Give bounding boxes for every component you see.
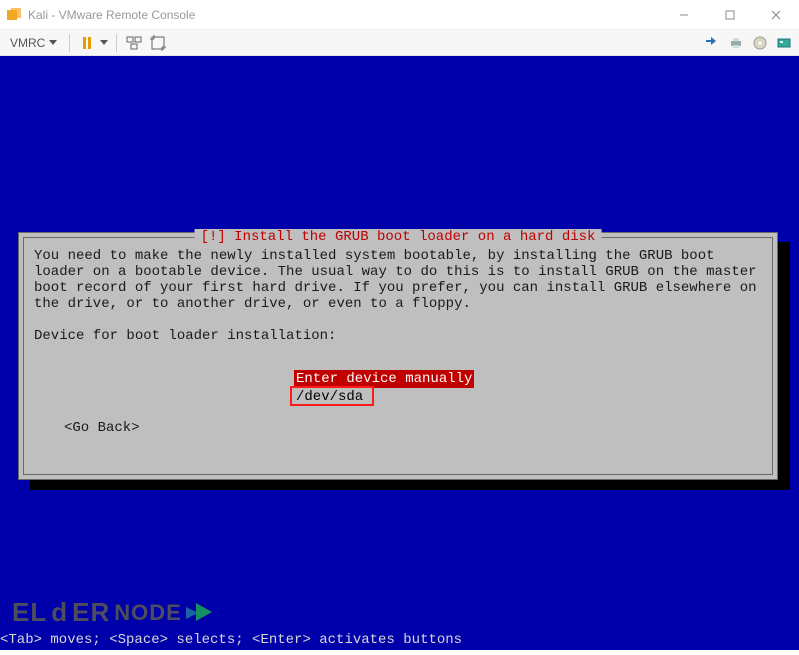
help-line: <Tab> moves; <Space> selects; <Enter> ac…	[0, 632, 462, 648]
send-cad-icon	[126, 35, 142, 51]
dialog-title: [!] Install the GRUB boot loader on a ha…	[195, 229, 602, 245]
chevron-down-icon	[49, 40, 57, 45]
vmrc-label: VMRC	[10, 36, 45, 50]
minimize-button[interactable]	[661, 0, 707, 30]
vmware-icon	[6, 7, 22, 23]
toolbar: VMRC	[0, 30, 799, 56]
window-titlebar: Kali - VMware Remote Console	[0, 0, 799, 30]
watermark-text: NODE	[114, 600, 182, 626]
close-button[interactable]	[753, 0, 799, 30]
printer-icon[interactable]	[727, 34, 745, 52]
separator	[69, 34, 70, 52]
watermark-text: d	[51, 597, 68, 628]
chevron-down-icon[interactable]	[100, 40, 108, 45]
dialog-body: You need to make the newly installed sys…	[34, 248, 762, 344]
pause-button[interactable]	[78, 34, 96, 52]
watermark-logo-icon	[186, 601, 216, 625]
option-enter-manually[interactable]: Enter device manually	[294, 370, 474, 388]
fullscreen-button[interactable]	[149, 34, 167, 52]
network-adapter-icon[interactable]	[775, 34, 793, 52]
dialog-prompt: Device for boot loader installation:	[34, 328, 336, 344]
watermark-text: ER	[72, 597, 110, 628]
vmrc-menu[interactable]: VMRC	[6, 34, 61, 52]
fullscreen-icon	[150, 35, 166, 51]
cdrom-icon[interactable]	[751, 34, 769, 52]
dialog-body-text: You need to make the newly installed sys…	[34, 248, 765, 312]
maximize-button[interactable]	[707, 0, 753, 30]
separator	[116, 34, 117, 52]
window-title: Kali - VMware Remote Console	[28, 8, 195, 22]
option-dev-sda[interactable]: /dev/sda	[294, 388, 474, 406]
go-back-button[interactable]: <Go Back>	[64, 420, 140, 436]
send-cad-button[interactable]	[125, 34, 143, 52]
pause-icon	[83, 37, 91, 49]
connect-arrows-icon[interactable]	[703, 34, 721, 52]
watermark-text: EL	[12, 597, 47, 628]
vm-console[interactable]: [!] Install the GRUB boot loader on a ha…	[0, 56, 799, 650]
watermark: ELdERNODE	[12, 597, 216, 628]
device-options: Enter device manually /dev/sda	[294, 370, 474, 406]
installer-dialog: [!] Install the GRUB boot loader on a ha…	[18, 232, 778, 480]
